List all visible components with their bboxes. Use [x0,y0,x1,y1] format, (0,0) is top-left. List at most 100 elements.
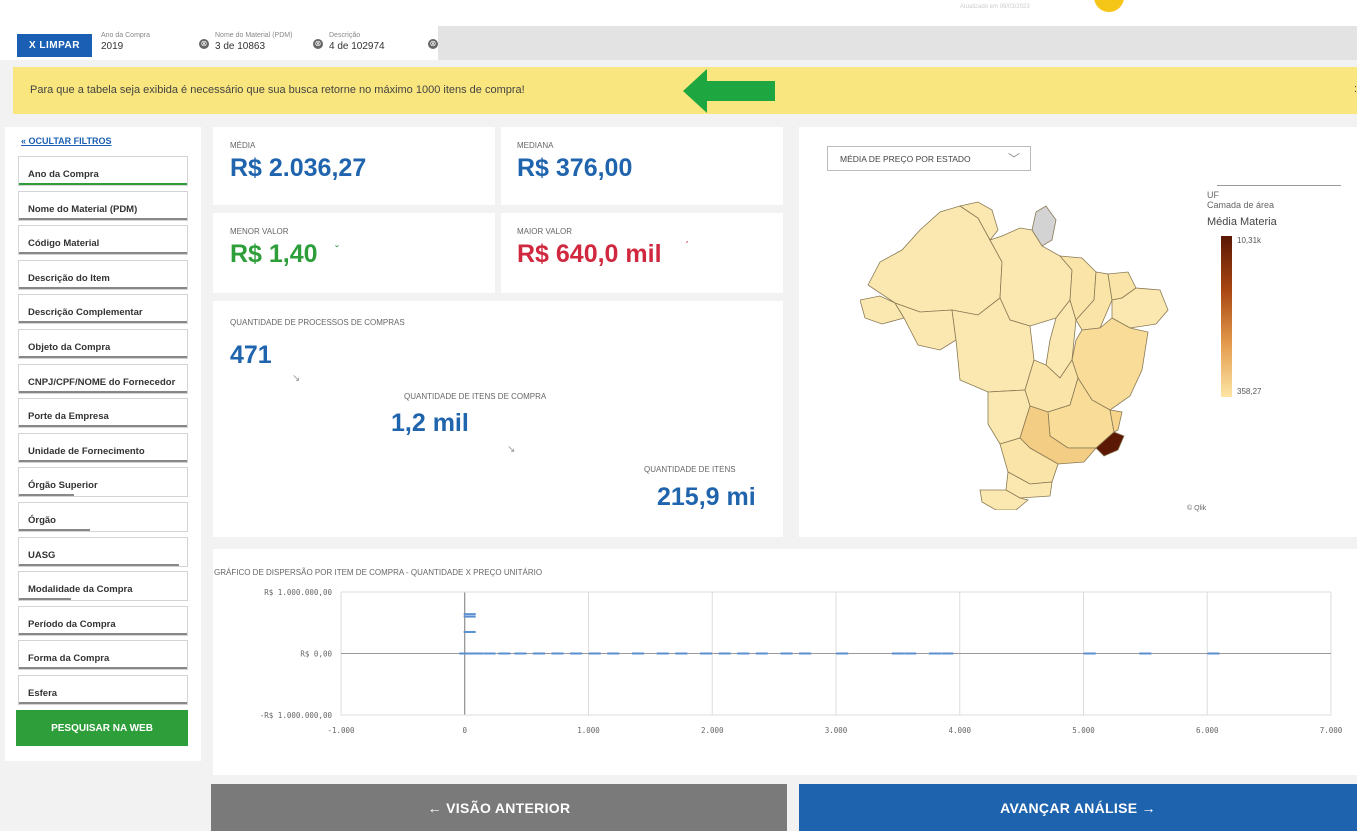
chevron-down-icon: ﹀ [1007,152,1020,166]
filter-item[interactable]: CNPJ/CPF/NOME do Fornecedor [18,363,188,394]
selections-bar: X LIMPAR Ano da Compra 2019 ⊗ Nome do Ma… [0,26,1357,60]
data-point [799,652,812,655]
y-tick-label: R$ 1.000.000,00 [264,588,332,597]
filter-label: Nome do Material (PDM) [28,203,138,215]
data-point [632,652,644,655]
data-point [891,652,904,655]
filter-label: Descrição Complementar [28,307,143,319]
x-tick-label: 6.000 [1196,726,1219,735]
previous-view-button[interactable]: ← VISÃO ANTERIOR [211,784,787,831]
map-measure-dropdown[interactable]: MÉDIA DE PREÇO POR ESTADO ﹀ [827,146,1031,171]
remove-year-icon[interactable]: ⊗ [199,39,209,49]
filter-selection-bar [19,529,90,531]
data-point [780,652,793,655]
filter-item[interactable]: Porte da Empresa [18,398,188,429]
data-point [904,652,917,655]
scatter-chart[interactable]: -1.000 0 1.000 2.000 3.000 4.000 5.000 6.000 7.0… [213,549,1357,775]
data-point [1083,652,1096,655]
filter-label: Porte da Empresa [28,411,109,423]
arrow-down-right-icon: ↘ [292,373,301,384]
data-point [656,652,669,655]
logo-icon [1094,0,1124,12]
filter-item[interactable]: Objeto da Compra [18,329,188,359]
filter-selection-bar [19,252,187,255]
filter-item[interactable]: Código Material [18,225,188,256]
filter-selection-bar [19,632,187,635]
filter-item[interactable]: Forma da Compra [18,640,188,671]
filter-item[interactable]: Descrição do Item [18,259,188,290]
filter-item[interactable]: Período da Compra [18,605,188,636]
hide-filters-link[interactable]: « OCULTAR FILTROS [21,136,112,146]
selection-chip-year[interactable]: Ano da Compra 2019 [101,30,150,52]
filter-selection-bar [19,598,72,601]
arrow-down-right-icon: ↘ [507,444,516,455]
filter-selection-bar [19,321,187,324]
filter-item[interactable]: Nome do Material (PDM) [18,190,188,221]
selection-chip-description[interactable]: Descrição 4 de 102974 [329,30,385,52]
arrow-left-icon [683,69,775,113]
filter-label: CNPJ/CPF/NOME do Fornecedor [28,376,176,388]
filter-item[interactable]: Ano da Compra [18,156,188,186]
filter-selection-bar [19,702,187,704]
filter-item[interactable]: Unidade de Fornecimento [18,432,188,463]
data-point [533,652,545,655]
kpi-value: R$ 2.036,27 [230,154,367,182]
data-point [607,652,620,655]
filter-label: Modalidade da Compra [28,584,133,596]
kpi-card-menor-valor: MENOR VALOR R$ 1,40 ˇ [213,213,495,293]
filter-label: Esfera [28,688,58,699]
kpi-label: QUANTIDADE DE ITENS DE COMPRA [404,392,547,401]
data-point [929,652,941,655]
data-point [755,652,768,655]
kpi-value: R$ 376,00 [517,154,633,182]
updated-stamp: Atualizado em 09/03/2023 [960,4,1030,10]
advance-analysis-button[interactable]: AVANÇAR ANÁLISE → [799,784,1357,831]
filter-item[interactable]: Modalidade da Compra [18,571,188,602]
filter-item[interactable]: Órgão Superior [18,467,188,498]
x-tick-label: 3.000 [825,726,848,735]
remove-pdm-icon[interactable]: ⊗ [313,39,323,49]
filter-selection-bar [19,494,75,497]
color-ramp [1221,236,1232,397]
filter-item[interactable]: Órgão [18,502,188,532]
kpi-value: 1,2 mil [391,409,469,437]
kpi-card-quantities: QUANTIDADE DE PROCESSOS DE COMPRAS 471 ↘… [213,301,783,537]
chip-label: Ano da Compra [101,32,151,39]
filters-sidebar: « OCULTAR FILTROS Ano da Compra Nome do M… [5,127,201,761]
dropdown-value: MÉDIA DE PREÇO POR ESTADO [840,154,971,164]
filter-item[interactable]: UASG [18,536,188,567]
data-point [737,652,750,655]
remove-description-icon[interactable]: ⊗ [428,39,438,49]
data-point [718,652,731,655]
selection-chip-pdm[interactable]: Nome do Material (PDM) 3 de 10863 [215,30,292,52]
data-point [551,652,564,655]
map-legend: UF Camada de área Média Materia 10,31k 3… [1207,185,1347,397]
filter-label: Período da Compra [28,618,116,630]
warning-banner: Para que a tabela seja exibida é necessá… [13,67,1357,114]
filter-selection-bar [19,563,179,566]
x-tick-label: 0 [462,726,467,735]
legend-title: UF [1207,190,1219,200]
data-point [463,630,476,633]
data-point [588,652,601,655]
legend-measure: Média Materia [1207,216,1277,228]
chip-label: Descrição [329,32,361,39]
brazil-map[interactable] [860,200,1200,510]
chip-label: Nome do Material (PDM) [215,32,293,39]
kpi-label: MAIOR VALOR [517,227,572,236]
filter-label: Objeto da Compra [28,342,111,353]
data-point [463,615,476,618]
legend-max: 10,31k [1237,236,1262,245]
kpi-value: R$ 1,40 [230,240,318,268]
search-web-button[interactable]: PESQUISAR NA WEB [16,710,188,746]
kpi-label: QUANTIDADE DE ITENS [644,465,736,474]
filter-label: Ano da Compra [28,169,99,180]
filter-item[interactable]: Descrição Complementar [18,294,188,325]
kpi-value: 471 [230,341,272,369]
clear-selections-button[interactable]: X LIMPAR [17,34,92,57]
x-tick-label: 7.000 [1320,726,1343,735]
filter-selection-bar [19,390,187,393]
chip-value: 3 de 10863 [215,41,266,52]
filter-item[interactable]: Esfera [18,675,188,705]
legend-min: 358,27 [1237,387,1262,396]
